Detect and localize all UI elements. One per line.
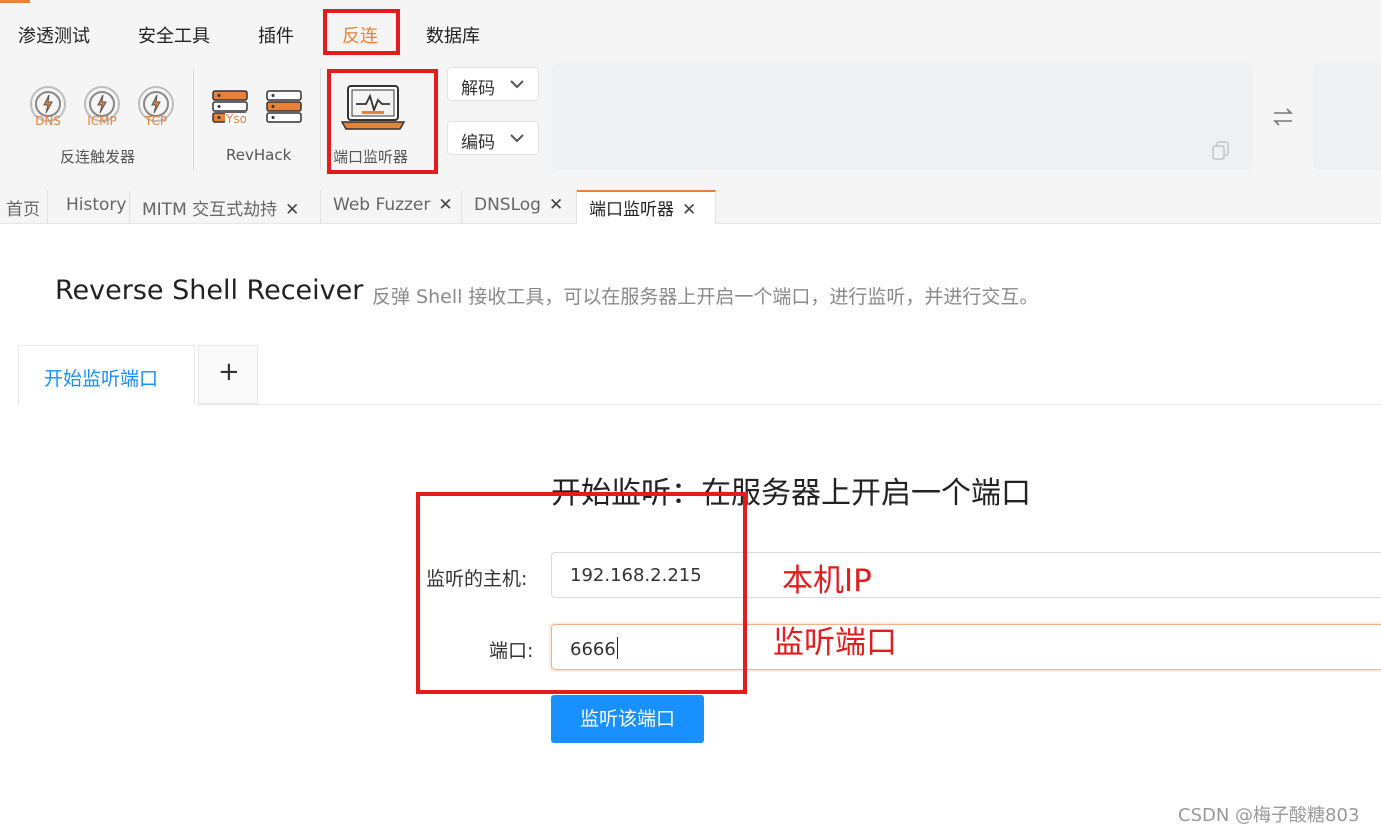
- page-title: Reverse Shell Receiver: [55, 275, 364, 306]
- encode-dropdown[interactable]: 编码: [447, 121, 539, 155]
- divider: [193, 68, 194, 170]
- tab-port-listener[interactable]: 端口监听器 ✕: [577, 190, 716, 224]
- inner-tabs-divider: [18, 404, 1381, 405]
- revhack-server-button[interactable]: [266, 88, 306, 128]
- tab-bar: 首页 History MITM 交互式劫持 ✕ Web Fuzzer ✕ DNSLo…: [0, 190, 1381, 224]
- toolbar: DNS ICMP TCP 反连触发器 Yso RevHack 端口监听器 解码 …: [0, 62, 1381, 190]
- menu-item-security-tools[interactable]: 安全工具: [138, 22, 210, 48]
- gauge-label-dns: DNS: [35, 114, 61, 128]
- tab-dnslog[interactable]: DNSLog ✕: [462, 190, 577, 224]
- swap-arrows-icon[interactable]: [1271, 105, 1295, 129]
- gauge-label-tcp: TCP: [144, 114, 168, 128]
- tab-label: Web Fuzzer: [333, 195, 431, 215]
- tab-label: History: [66, 195, 127, 215]
- close-icon[interactable]: ✕: [285, 200, 299, 220]
- icmp-trigger-button[interactable]: ICMP: [80, 86, 124, 130]
- top-menu-bar: 渗透测试 安全工具 插件 反连 数据库: [0, 0, 1381, 62]
- active-indicator: [0, 0, 30, 3]
- codec-input-area[interactable]: [552, 63, 1253, 170]
- menu-item-pentest[interactable]: 渗透测试: [18, 22, 90, 48]
- plus-icon: +: [218, 357, 240, 387]
- encode-label: 编码: [461, 133, 495, 153]
- highlight-box-menu: [323, 9, 400, 55]
- tab-label: DNSLog: [474, 195, 541, 215]
- tab-label: 端口监听器: [589, 200, 674, 220]
- chevron-down-icon: [510, 134, 524, 143]
- decode-dropdown[interactable]: 解码: [447, 67, 539, 101]
- page-subtitle: 反弹 Shell 接收工具，可以在服务器上开启一个端口，进行监听，并进行交互。: [372, 286, 1039, 308]
- menu-item-database[interactable]: 数据库: [426, 22, 480, 48]
- tab-label: 首页: [6, 200, 40, 220]
- annotation-host: 本机IP: [782, 563, 872, 599]
- reverse-trigger-label: 反连触发器: [60, 148, 136, 166]
- listen-port-button[interactable]: 监听该端口: [551, 695, 704, 743]
- dns-trigger-button[interactable]: DNS: [26, 86, 70, 130]
- watermark: CSDN @梅子酸糖803: [1178, 805, 1360, 826]
- inner-tab-start-listen[interactable]: 开始监听端口: [18, 345, 195, 405]
- highlight-box-form: [416, 492, 747, 694]
- server-icon: [266, 90, 302, 123]
- add-tab-button[interactable]: +: [198, 345, 258, 404]
- menu-item-plugins[interactable]: 插件: [258, 22, 294, 48]
- tab-web-fuzzer[interactable]: Web Fuzzer ✕: [321, 190, 462, 224]
- gauge-label-icmp: ICMP: [87, 114, 117, 128]
- tab-history[interactable]: History: [48, 190, 130, 224]
- tcp-trigger-button[interactable]: TCP: [134, 86, 178, 130]
- tab-mitm[interactable]: MITM 交互式劫持 ✕: [130, 190, 321, 224]
- divider: [320, 68, 321, 170]
- copy-icon[interactable]: [1211, 140, 1231, 160]
- tab-label: MITM 交互式劫持: [142, 200, 278, 220]
- yso-server-button[interactable]: Yso: [211, 88, 251, 128]
- tab-home[interactable]: 首页: [0, 190, 48, 224]
- revhack-label: RevHack: [226, 146, 292, 164]
- highlight-box-toolbar: [327, 69, 438, 174]
- inner-tab-label: 开始监听端口: [44, 368, 159, 390]
- close-icon[interactable]: ✕: [682, 200, 696, 220]
- yso-badge: Yso: [225, 112, 248, 126]
- codec-output-area[interactable]: [1313, 63, 1381, 170]
- annotation-port: 监听端口: [773, 625, 897, 661]
- close-icon[interactable]: ✕: [438, 195, 452, 215]
- decode-label: 解码: [461, 79, 495, 99]
- chevron-down-icon: [510, 80, 524, 89]
- close-icon[interactable]: ✕: [549, 195, 563, 215]
